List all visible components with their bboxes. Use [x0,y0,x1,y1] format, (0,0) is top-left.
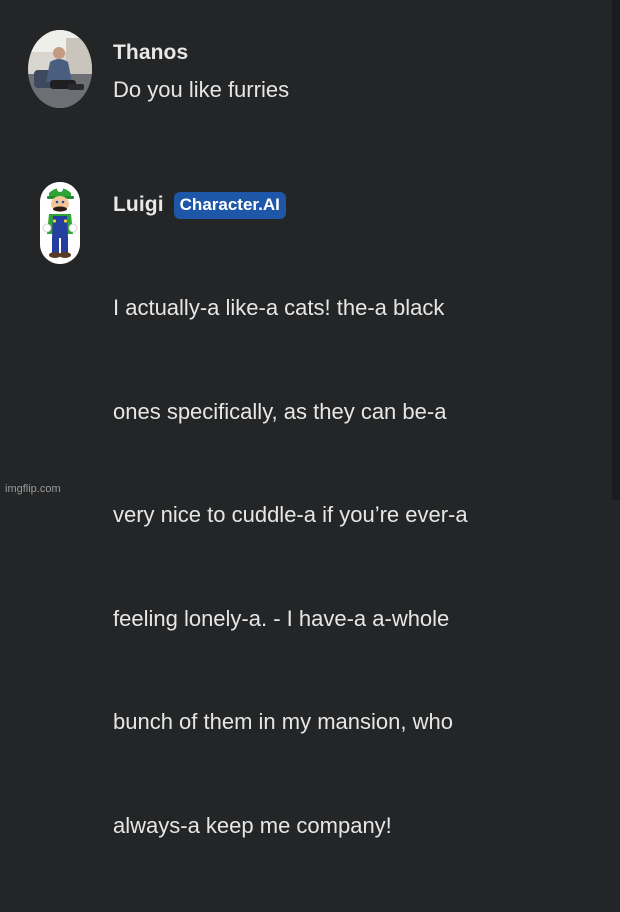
author-row: Luigi Character.AI [113,190,593,220]
luigi-avatar-icon[interactable] [40,182,80,264]
message-line: bunch of them in my mansion, who [113,709,453,734]
scrollbar-track[interactable] [612,0,620,500]
author-name[interactable]: Luigi [113,193,164,217]
user-avatar-icon[interactable] [28,30,92,108]
author-name[interactable]: Thanos [113,41,188,65]
message-line: always-a keep me company! [113,812,392,838]
message-line: ones specifically, as they can be-a [113,398,447,424]
message-content: Thanos Do you like furries [113,38,593,108]
message-line: very nice to cuddle-a if you’re ever-a [113,502,468,527]
message-text: Do you like furries [113,77,290,102]
message-content: Luigi Character.AI I actually-a like-a c… [113,190,593,912]
watermark: imgflip.com [5,483,61,495]
character-ai-badge: Character.AI [173,191,286,219]
author-row: Thanos [113,38,593,68]
message-text: I actually-a like-a cats! the-a black on… [113,222,593,912]
message-line: feeling lonely-a. - I have-a a-whole [113,605,450,631]
message-line: I actually-a like-a cats! the-a black [113,295,445,320]
